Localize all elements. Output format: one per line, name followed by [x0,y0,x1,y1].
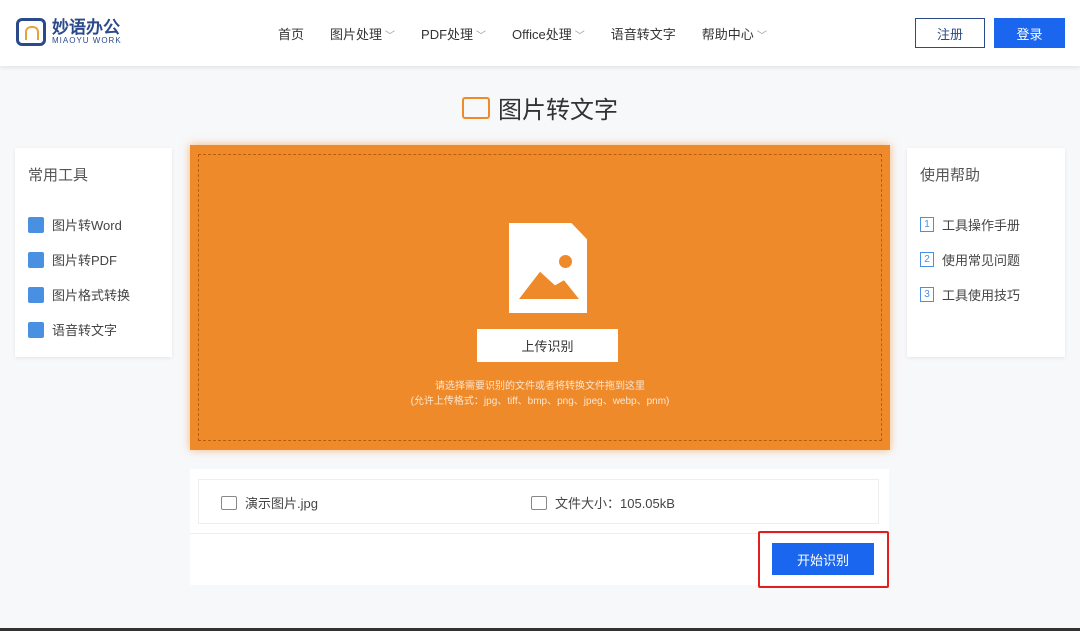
upload-dropzone[interactable]: 上传识别 请选择需要识别的文件或者将转换文件拖到这里(允许上传格式：jpg、ti… [190,145,890,450]
register-button[interactable]: 注册 [915,18,985,48]
image-text-icon [462,97,490,119]
nav-pdf[interactable]: PDF处理﹀ [421,24,486,43]
logo-text: 妙语办公 [52,20,122,36]
tool-icon [28,252,44,268]
file-panel: 演示图片.jpg 文件大小：105.05kB 开始识别 [190,469,889,585]
upload-hint: 请选择需要识别的文件或者将转换文件拖到这里(允许上传格式：jpg、tiff、bm… [199,379,881,409]
tool-image-to-pdf[interactable]: 图片转PDF [28,242,172,277]
tools-title: 常用工具 [28,164,172,185]
main-nav: 首页 图片处理﹀ PDF处理﹀ Office处理﹀ 语音转文字 帮助中心﹀ [278,24,767,43]
highlight-box: 开始识别 [758,531,889,588]
folder-icon [531,496,547,510]
tool-icon [28,217,44,233]
tool-speech-to-text[interactable]: 语音转文字 [28,312,172,347]
help-tips[interactable]: 3工具使用技巧 [920,277,1065,312]
logo-subtext: MIAOYU WORK [52,36,122,45]
tool-image-format[interactable]: 图片格式转换 [28,277,172,312]
file-name: 演示图片.jpg [245,493,318,512]
file-row: 演示图片.jpg 文件大小：105.05kB [198,479,879,524]
logo-icon [16,18,46,46]
start-recognition-button[interactable]: 开始识别 [772,543,874,575]
chevron-down-icon: ﹀ [385,31,395,42]
login-button[interactable]: 登录 [994,18,1065,48]
page-title-text: 图片转文字 [498,90,618,125]
tool-image-to-word[interactable]: 图片转Word [28,207,172,242]
nav-help[interactable]: 帮助中心﹀ [702,24,767,43]
chevron-down-icon: ﹀ [575,31,585,42]
image-file-icon [509,223,587,313]
help-panel: 使用帮助 1工具操作手册 2使用常见问题 3工具使用技巧 [907,148,1065,357]
tools-panel: 常用工具 图片转Word 图片转PDF 图片格式转换 语音转文字 [15,148,172,357]
file-size: 文件大小：105.05kB [555,493,675,512]
header: 妙语办公 MIAOYU WORK 首页 图片处理﹀ PDF处理﹀ Office处… [0,0,1080,66]
page-title: 图片转文字 [0,90,1080,125]
nav-office[interactable]: Office处理﹀ [512,24,585,43]
tool-icon [28,287,44,303]
help-faq[interactable]: 2使用常见问题 [920,242,1065,277]
upload-button[interactable]: 上传识别 [477,329,618,362]
image-icon [221,496,237,510]
tool-icon [28,322,44,338]
nav-home[interactable]: 首页 [278,24,304,43]
help-manual[interactable]: 1工具操作手册 [920,207,1065,242]
chevron-down-icon: ﹀ [476,31,486,42]
chevron-down-icon: ﹀ [757,31,767,42]
nav-image[interactable]: 图片处理﹀ [330,24,395,43]
logo[interactable]: 妙语办公 MIAOYU WORK [16,18,122,46]
help-title: 使用帮助 [920,164,1065,185]
nav-speech[interactable]: 语音转文字 [611,24,676,43]
